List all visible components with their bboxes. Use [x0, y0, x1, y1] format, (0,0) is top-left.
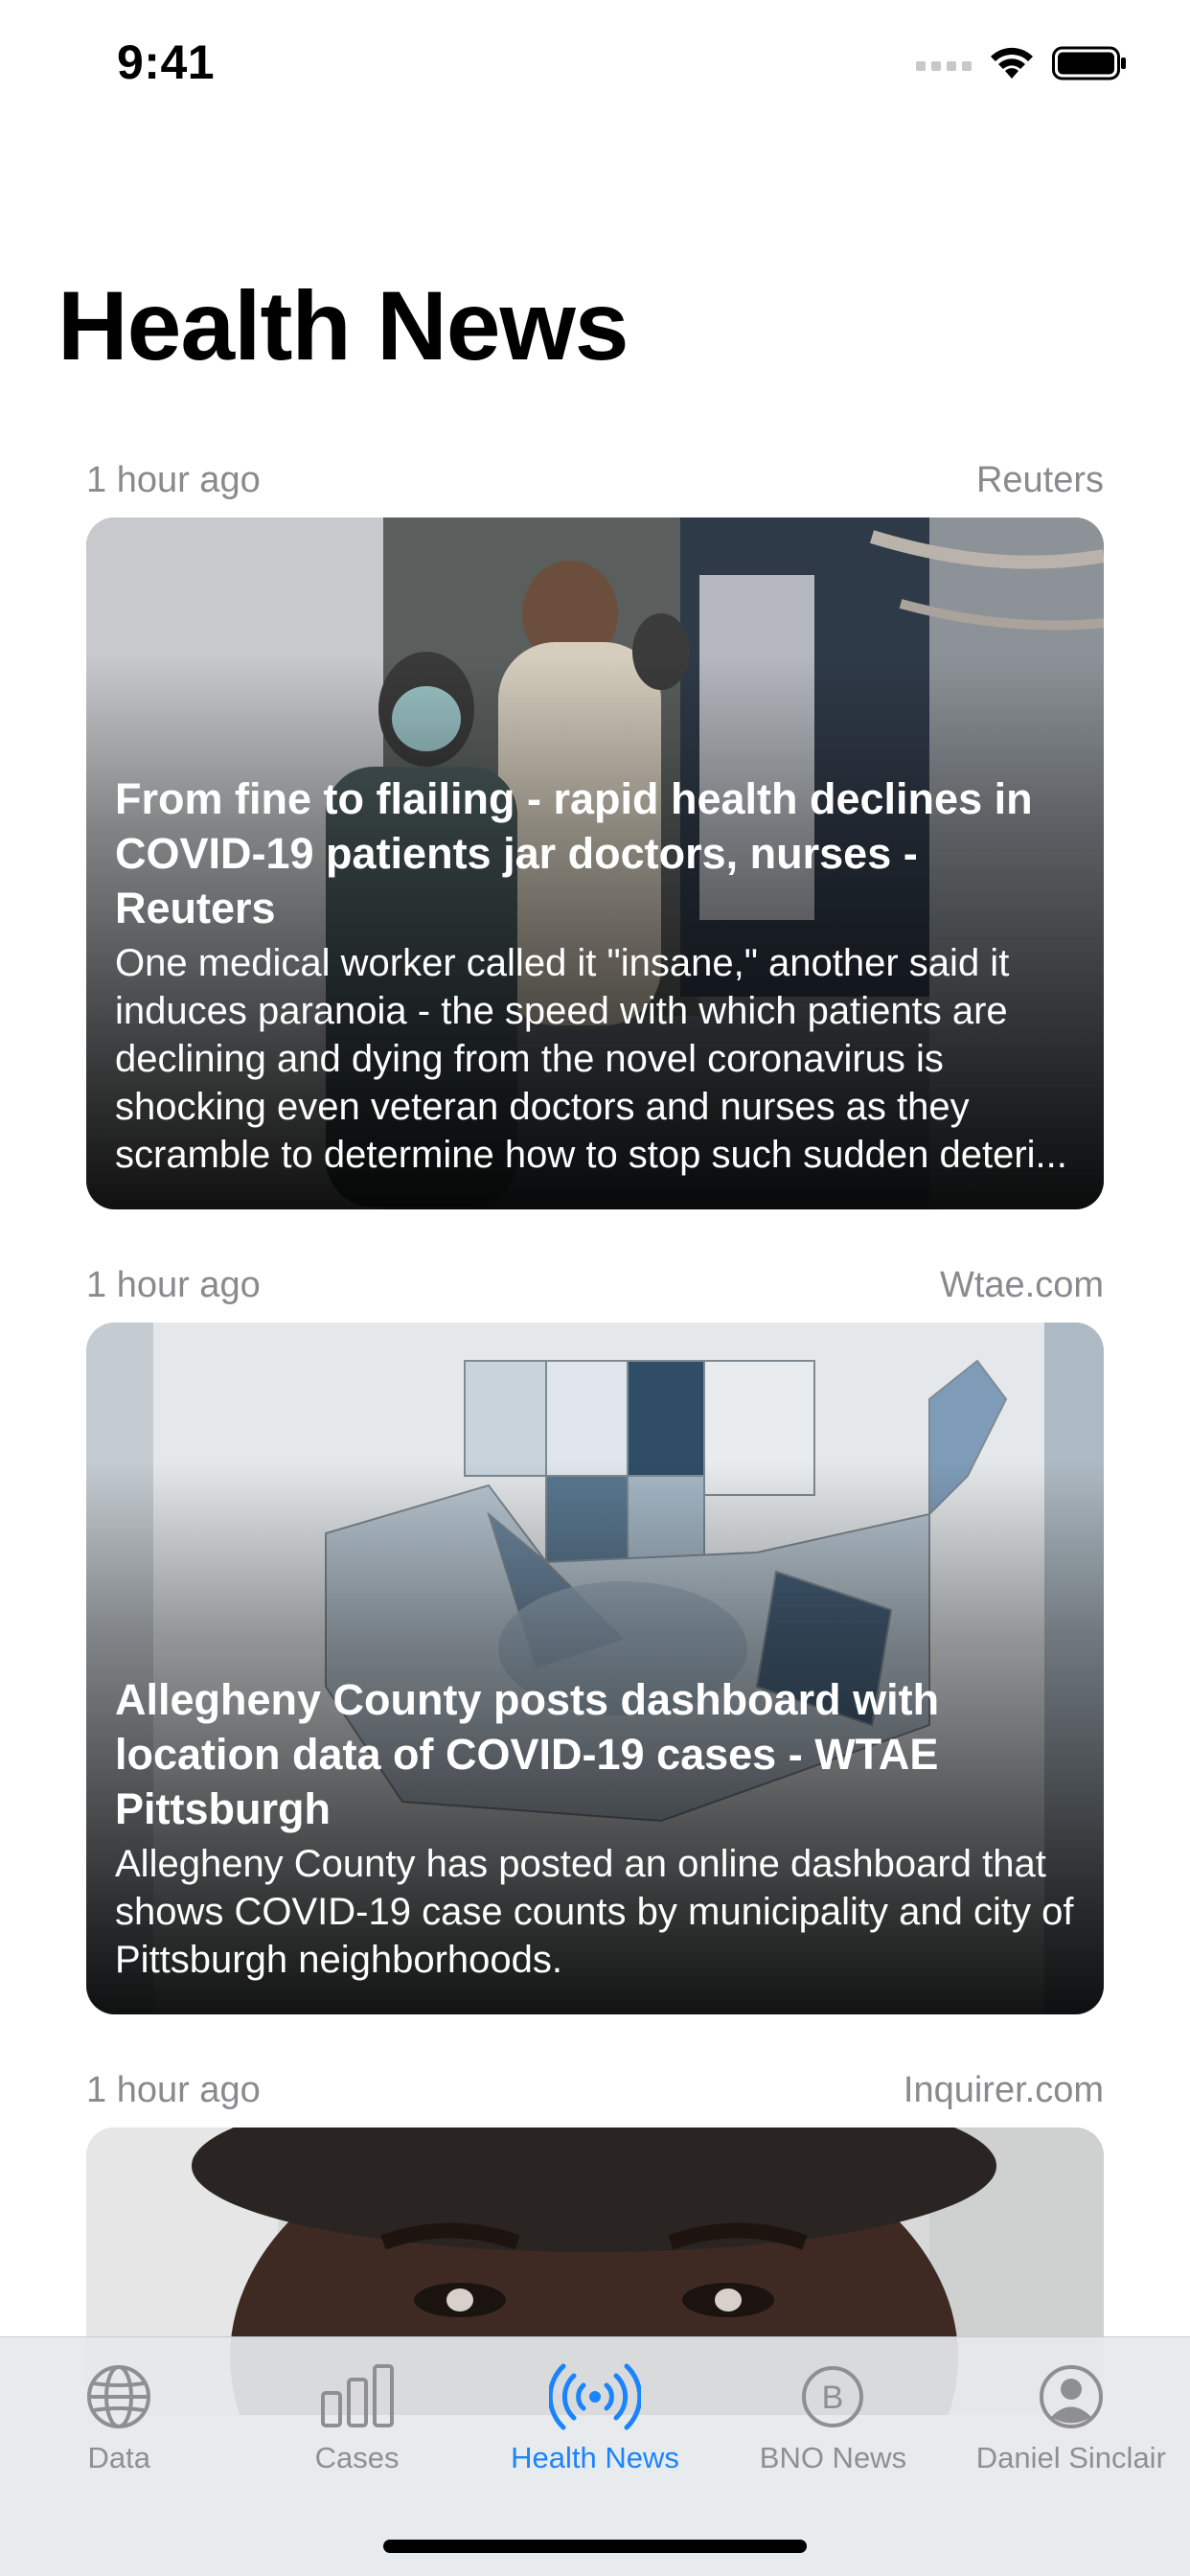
status-time: 9:41 [117, 35, 216, 89]
tab-label: Cases [314, 2441, 400, 2474]
svg-text:B: B [822, 2380, 844, 2416]
article-summary: One medical worker called it "insane," a… [115, 942, 1067, 1176]
tab-label: BNO News [759, 2441, 907, 2474]
home-indicator[interactable] [383, 2540, 807, 2553]
wifi-icon [991, 47, 1033, 79]
article-meta: 1 hour ago Reuters [86, 450, 1104, 518]
news-article[interactable]: 1 hour ago Reuters From fine to flailing… [86, 450, 1104, 1209]
globe-icon [87, 2365, 151, 2428]
article-source: Inquirer.com [903, 2070, 1104, 2110]
news-article[interactable]: 1 hour ago Wtae.com Allegheny County pos… [86, 1255, 1104, 2014]
b-circle-icon: B [802, 2366, 864, 2427]
status-bar: 9:41 [0, 0, 1190, 126]
article-summary: Allegheny County has posted an online da… [115, 1843, 1074, 1981]
tab-daniel-sinclair[interactable]: Daniel Sinclair [952, 2337, 1190, 2576]
article-headline: From fine to flailing - rapid health dec… [115, 774, 1033, 932]
tab-label: Data [87, 2441, 150, 2474]
status-icons [916, 42, 1127, 84]
article-time: 1 hour ago [86, 460, 261, 500]
article-meta: 1 hour ago Wtae.com [86, 1255, 1104, 1322]
article-card[interactable]: From fine to flailing - rapid health dec… [86, 518, 1104, 1209]
tab-label: Daniel Sinclair [975, 2441, 1166, 2474]
article-time: 1 hour ago [86, 1265, 261, 1305]
article-card[interactable]: Allegheny County posts dashboard with lo… [86, 1322, 1104, 2014]
article-text: From fine to flailing - rapid health dec… [115, 771, 1075, 1179]
cellular-signal-icon [916, 61, 972, 71]
broadcast-icon [549, 2363, 642, 2430]
article-meta: 1 hour ago Inquirer.com [86, 2060, 1104, 2128]
tab-data[interactable]: Data [0, 2337, 238, 2576]
person-circle-icon [1039, 2365, 1103, 2428]
article-time: 1 hour ago [86, 2070, 261, 2110]
page-title: Health News [57, 271, 629, 380]
battery-icon [1052, 46, 1126, 80]
bar-chart-icon [320, 2364, 394, 2427]
article-text: Allegheny County posts dashboard with lo… [115, 1672, 1075, 1984]
article-headline: Allegheny County posts dashboard with lo… [115, 1675, 940, 1833]
tab-label: Health News [511, 2441, 679, 2474]
health-news-screen: 9:41 Health News 1 hour ago Reuters From… [0, 0, 1190, 2576]
article-source: Wtae.com [939, 1265, 1104, 1305]
article-source: Reuters [975, 460, 1104, 500]
